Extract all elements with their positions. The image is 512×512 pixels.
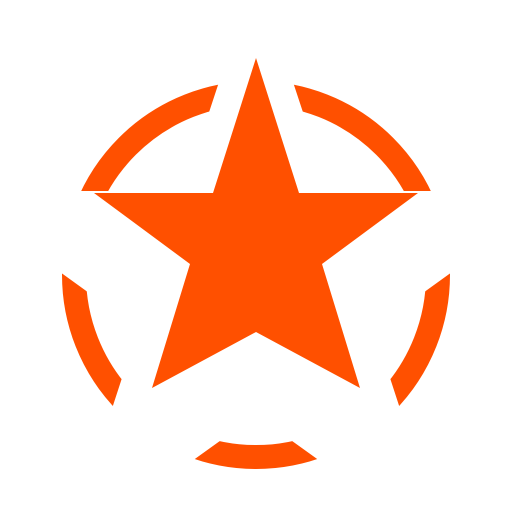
star-in-ring-icon (62, 58, 450, 469)
icon-canvas (0, 0, 512, 512)
star-shape (94, 58, 418, 388)
